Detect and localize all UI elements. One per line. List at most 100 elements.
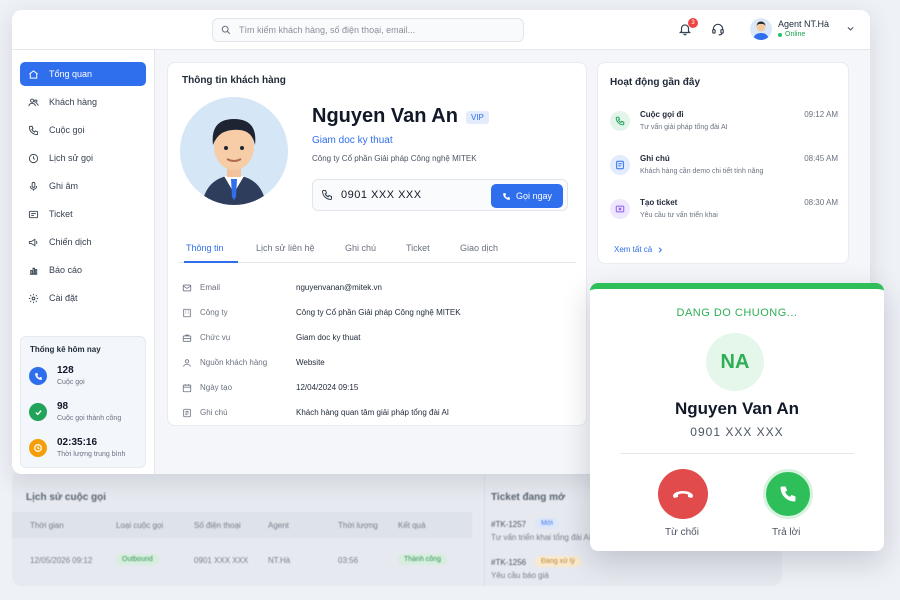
search-input[interactable] bbox=[239, 25, 509, 35]
notification-badge: 3 bbox=[688, 18, 698, 28]
info-row-email: Email nguyenvanan@mitek.vn bbox=[182, 281, 572, 297]
hang-up-icon bbox=[673, 491, 693, 498]
info-value: Website bbox=[296, 358, 325, 367]
activity-subtitle: Tư vấn giải pháp tổng đài AI bbox=[640, 124, 728, 131]
tab-info[interactable]: Thông tin bbox=[186, 243, 224, 253]
headset-icon[interactable] bbox=[711, 22, 725, 36]
activity-item[interactable]: Tạo ticket Yêu cầu tư vấn triển khai 08:… bbox=[610, 195, 838, 231]
user-status-text: Online bbox=[785, 31, 806, 38]
tab-transactions[interactable]: Giao dịch bbox=[460, 243, 498, 253]
customer-role: Giam doc ky thuat bbox=[312, 135, 393, 146]
sidebar-item-overview[interactable]: Tổng quan bbox=[20, 62, 146, 86]
phone-icon bbox=[780, 486, 796, 502]
info-key: Nguồn khách hàng bbox=[200, 358, 268, 367]
online-dot bbox=[778, 32, 782, 37]
call-now-label: Gọi ngay bbox=[515, 191, 553, 201]
tab-notes[interactable]: Ghi chú bbox=[345, 243, 376, 253]
decline-call-button[interactable] bbox=[658, 469, 708, 519]
info-row-created: Ngày tạo 12/04/2024 09:15 bbox=[182, 381, 572, 397]
chevron-down-icon[interactable] bbox=[846, 24, 855, 33]
users-icon bbox=[28, 98, 39, 106]
info-value: nguyenvanan@mitek.vn bbox=[296, 283, 382, 292]
phone-icon bbox=[503, 192, 510, 200]
column-header: Loại cuộc gọi bbox=[116, 521, 164, 530]
stat-label: Cuộc gọi thành công bbox=[57, 415, 122, 422]
microphone-icon bbox=[29, 181, 38, 191]
customer-tabs: Thông tin Lịch sử liên hệ Ghi chú Ticket… bbox=[178, 237, 576, 263]
sidebar-item-customers[interactable]: Khách hàng bbox=[20, 90, 146, 114]
search-icon bbox=[221, 25, 231, 35]
customer-avatar bbox=[180, 97, 288, 205]
note-icon bbox=[610, 155, 630, 175]
customer-company: Công ty Cổ phần Giải pháp Công nghệ MITE… bbox=[312, 154, 477, 163]
activity-time: 09:12 AM bbox=[804, 110, 838, 119]
sidebar-item-label: Chiến dịch bbox=[49, 237, 92, 247]
phone-icon bbox=[29, 367, 47, 385]
sidebar-item-settings[interactable]: Cài đặt bbox=[20, 286, 146, 310]
card-title: Thông tin khách hàng bbox=[182, 75, 286, 86]
customer-name: Nguyen Van An bbox=[312, 105, 458, 127]
row-time: 12/05/2026 09:12 bbox=[30, 556, 93, 565]
today-stats-title: Thống kê hôm nay bbox=[30, 345, 101, 354]
tab-ticket[interactable]: Ticket bbox=[406, 243, 430, 253]
accept-call-button[interactable] bbox=[763, 469, 813, 519]
row-agent: NT.Hà bbox=[268, 556, 291, 565]
activity-title: Tạo ticket bbox=[640, 198, 678, 207]
call-now-button[interactable]: Gọi ngay bbox=[491, 184, 563, 208]
info-value: Công ty Cổ phần Giải pháp Công nghệ MITE… bbox=[296, 308, 461, 317]
stat-value: 128 bbox=[57, 365, 74, 376]
ticket-id: #TK-1257 bbox=[491, 520, 527, 529]
phone-outgoing-icon bbox=[610, 111, 630, 131]
info-row-company: Công ty Công ty Cổ phần Giải pháp Công n… bbox=[182, 306, 572, 322]
column-header: Kết quả bbox=[398, 521, 426, 530]
sidebar-item-calls[interactable]: Cuộc gọi bbox=[20, 118, 146, 142]
call-history-panel: Lịch sử cuộc gọi Thời gian Loại cuộc gọi… bbox=[12, 470, 472, 586]
info-row-notes: Ghi chú Khách hàng quan tâm giải pháp tổ… bbox=[182, 406, 572, 422]
search-box[interactable] bbox=[212, 18, 524, 42]
sidebar-item-recordings[interactable]: Ghi âm bbox=[20, 174, 146, 198]
row-duration: 03:56 bbox=[338, 556, 359, 565]
recent-activity-card: Hoạt động gần đây Cuộc gọi đi Tư vấn giả… bbox=[597, 62, 849, 264]
info-row-position: Chức vụ Giam doc ky thuat bbox=[182, 331, 572, 347]
caller-phone: 0901 XXX XXX bbox=[690, 425, 784, 439]
building-icon bbox=[183, 308, 191, 318]
avatar[interactable] bbox=[750, 18, 772, 40]
info-value: 12/04/2024 09:15 bbox=[296, 383, 359, 392]
chevron-right-icon bbox=[658, 246, 663, 253]
sidebar-item-reports[interactable]: Báo cáo bbox=[20, 258, 146, 282]
incoming-call-popup: DANG DO CHUONG... NA Nguyen Van An 0901 … bbox=[590, 283, 884, 551]
sidebar-item-ticket[interactable]: Ticket bbox=[20, 202, 146, 226]
ticket-icon bbox=[28, 210, 39, 218]
ticket-icon bbox=[610, 199, 630, 219]
active-tab-indicator bbox=[184, 261, 238, 263]
stat-label: Cuộc gọi bbox=[57, 379, 85, 386]
sidebar-item-label: Ghi âm bbox=[49, 181, 79, 191]
bar-chart-icon bbox=[29, 267, 38, 275]
customer-info-card: Thông tin khách hàng Nguyen Van An VIP G… bbox=[167, 62, 587, 426]
ticket-desc: Tư vấn triển khai tổng đài AI bbox=[491, 533, 592, 542]
stat-value: 02:35:16 bbox=[57, 437, 98, 448]
decline-label: Từ chối bbox=[665, 527, 699, 538]
info-key: Email bbox=[200, 283, 221, 292]
calendar-icon bbox=[182, 384, 192, 393]
gear-icon bbox=[28, 293, 39, 303]
sidebar-item-label: Ticket bbox=[49, 209, 73, 219]
activity-item[interactable]: Cuộc gọi đi Tư vấn giải pháp tổng đài AI… bbox=[610, 107, 838, 143]
sidebar-item-label: Tổng quan bbox=[49, 69, 93, 79]
call-history-title: Lịch sử cuộc gọi bbox=[26, 492, 107, 503]
tab-contact-history[interactable]: Lịch sử liên hệ bbox=[256, 243, 315, 253]
see-all-link[interactable]: Xem tất cả bbox=[614, 245, 664, 254]
sidebar-item-campaigns[interactable]: Chiến dịch bbox=[20, 230, 146, 254]
activity-subtitle: Khách hàng cần demo chi tiết tính năng bbox=[640, 168, 764, 175]
activity-item[interactable]: Ghi chú Khách hàng cần demo chi tiết tín… bbox=[610, 151, 838, 187]
sidebar-item-call-history[interactable]: Lịch sử gọi bbox=[20, 146, 146, 170]
stat-avg-duration: 02:35:16 Thời lượng trung bình bbox=[29, 435, 145, 463]
clock-icon bbox=[29, 439, 47, 457]
column-header: Agent bbox=[268, 521, 289, 530]
briefcase-icon bbox=[182, 334, 192, 342]
sidebar: Tổng quan Khách hàng Cuộc gọi Lịch sử gọ… bbox=[12, 50, 155, 474]
megaphone-icon bbox=[28, 237, 38, 247]
phone-icon bbox=[28, 125, 39, 135]
top-bar: 3 Agent NT.Hà Online bbox=[12, 10, 870, 50]
column-header: Thời lượng bbox=[338, 521, 378, 530]
